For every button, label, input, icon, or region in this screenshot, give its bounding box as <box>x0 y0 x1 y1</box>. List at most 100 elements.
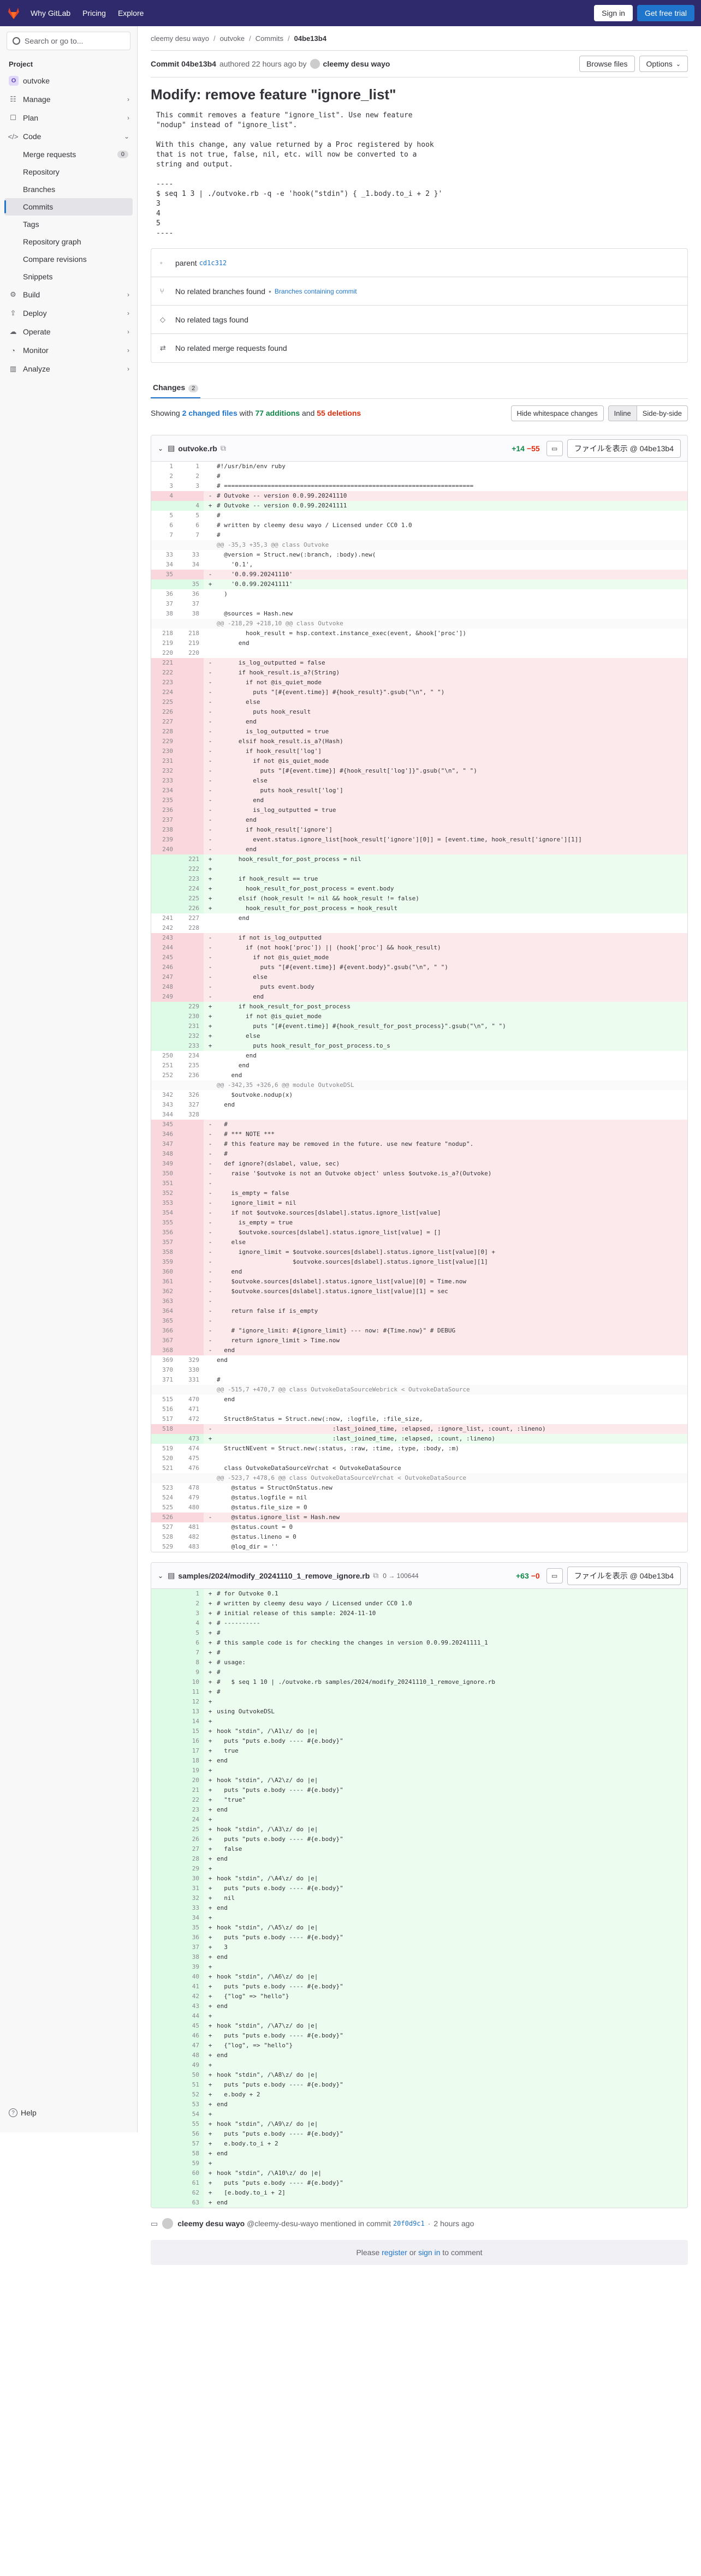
new-line-number: 61 <box>177 2178 204 2188</box>
why-gitlab-link[interactable]: Why GitLab <box>31 9 70 17</box>
code-text: puts "puts e.body ---- #{e.body}" <box>217 1737 343 1744</box>
sidebar-item-monitor[interactable]: ◔ Monitor › <box>0 341 137 360</box>
sidebar-item-branches[interactable]: Branches <box>0 181 137 198</box>
code-text: puts "[#{event.time}] #{hook_result}".gs… <box>217 689 445 696</box>
explore-link[interactable]: Explore <box>118 9 144 17</box>
diff-line: 245 - if not @is_quiet_mode <box>151 953 687 963</box>
gitlab-logo-icon[interactable] <box>7 6 21 20</box>
parent-sha-link[interactable]: cd1c312 <box>199 259 227 267</box>
sidebar-item-plan[interactable]: ☐ Plan › <box>0 109 137 127</box>
sidebar-item-label: Deploy <box>23 309 47 318</box>
sidebar-item-code[interactable]: </> Code ⌄ <box>0 127 137 146</box>
sidebar-item-compare-revisions[interactable]: Compare revisions <box>0 250 137 268</box>
note-handle[interactable]: @cleemy-desu-wayo <box>247 2219 318 2228</box>
free-trial-button[interactable]: Get free trial <box>637 5 694 21</box>
changed-files-link[interactable]: 2 changed files <box>182 409 237 417</box>
old-line-number <box>151 1002 177 1012</box>
copy-icon[interactable]: ⧉ <box>373 1571 378 1580</box>
sidebar-item-repository[interactable]: Repository <box>0 163 137 181</box>
diff-line: 473 + :last_joined_time, :elapsed, :count… <box>151 1434 687 1444</box>
commit-description: This commit removes a feature "ignore_li… <box>151 111 688 238</box>
breadcrumb-user[interactable]: cleemy desu wayo <box>151 34 209 43</box>
diff-sign <box>204 511 217 521</box>
author-avatar[interactable] <box>310 59 320 69</box>
help-link[interactable]: ? Help <box>9 2108 37 2117</box>
file-name[interactable]: samples/2024/modify_20241110_1_remove_ig… <box>178 1571 370 1580</box>
branches-containing-link[interactable]: Branches containing commit <box>275 288 357 295</box>
note-commit-link[interactable]: 20f0d9c1 <box>393 2220 425 2227</box>
diff-line: 529 483 @log_dir = '' <box>151 1542 687 1552</box>
new-line-number <box>177 1277 204 1287</box>
new-line-number <box>177 1296 204 1306</box>
chevron-down-icon[interactable]: ⌄ <box>158 445 163 452</box>
breadcrumb-project[interactable]: outvoke <box>220 34 245 43</box>
copy-icon[interactable]: ⧉ <box>221 444 226 453</box>
sign-in-button[interactable]: Sign in <box>594 5 633 21</box>
no-tags-text: No related tags found <box>175 315 248 324</box>
diff-line: 363 - <box>151 1296 687 1306</box>
hide-whitespace-button[interactable]: Hide whitespace changes <box>510 405 604 421</box>
sidebar-item-snippets[interactable]: Snippets <box>0 268 137 285</box>
sidebar-item-project[interactable]: O outvoke <box>0 71 137 90</box>
diff-sign: - <box>208 669 212 676</box>
commit-author[interactable]: cleemy desu wayo <box>323 59 390 68</box>
register-prompt: Please register or sign in to comment <box>151 2240 688 2265</box>
comment-icon[interactable]: ▭ <box>546 1568 563 1583</box>
new-line-number: 38 <box>177 1952 204 1962</box>
file-name[interactable]: outvoke.rb <box>178 444 217 453</box>
side-by-side-button[interactable]: Side-by-side <box>637 405 688 421</box>
old-line-number: 236 <box>151 805 177 815</box>
diff-sign: - <box>208 659 212 666</box>
sidebar-item-deploy[interactable]: ⇪ Deploy › <box>0 304 137 322</box>
sidebar-item-build[interactable]: ⚙ Build › <box>0 285 137 304</box>
breadcrumb-commits[interactable]: Commits <box>256 34 283 43</box>
diff-line: 231 - if not @is_quiet_mode <box>151 756 687 766</box>
sign-in-link[interactable]: sign in <box>418 2248 440 2257</box>
old-line-number: 371 <box>162 1376 173 1383</box>
old-line-number <box>151 1825 177 1834</box>
author-avatar[interactable] <box>162 2218 174 2229</box>
search-input[interactable]: Search or go to... <box>7 32 130 50</box>
options-button[interactable]: Options ⌄ <box>639 56 688 72</box>
old-line-number <box>151 1707 177 1717</box>
old-line-number <box>151 2011 177 2021</box>
new-line-number: 57 <box>177 2139 204 2149</box>
register-link[interactable]: register <box>382 2248 407 2257</box>
browse-files-button[interactable]: Browse files <box>579 56 635 72</box>
view-file-button[interactable]: ファイルを表示 @ 04be13b4 <box>567 439 681 458</box>
chevron-down-icon[interactable]: ⌄ <box>158 1572 163 1580</box>
new-line-number: 3 <box>195 482 199 489</box>
sidebar-item-label: Commits <box>23 202 54 211</box>
pricing-link[interactable]: Pricing <box>82 9 106 17</box>
diff-sign: + <box>208 2140 212 2147</box>
sidebar-item-commits[interactable]: Commits <box>4 198 133 216</box>
comment-icon[interactable]: ▭ <box>546 440 563 456</box>
diff-sign: + <box>208 1032 212 1039</box>
breadcrumb-current[interactable]: 04be13b4 <box>294 34 326 43</box>
diff-sign <box>204 550 217 560</box>
view-file-button[interactable]: ファイルを表示 @ 04be13b4 <box>567 1566 681 1585</box>
new-line-number <box>177 727 204 737</box>
old-line-number: 218 <box>162 630 173 637</box>
note-author[interactable]: cleemy desu wayo <box>177 2219 245 2228</box>
sidebar-item-analyze[interactable]: ▥ Analyze › <box>0 360 137 378</box>
sidebar-item-label: Compare revisions <box>23 255 87 264</box>
diff-sign <box>204 1061 217 1071</box>
sidebar-item-merge-requests[interactable]: Merge requests 0 <box>0 146 137 163</box>
new-line-number: 233 <box>177 1041 204 1051</box>
new-line-number: 28 <box>177 1854 204 1864</box>
new-line-number: 38 <box>192 610 199 617</box>
sidebar-item-repository-graph[interactable]: Repository graph <box>0 233 137 250</box>
sidebar-item-operate[interactable]: ☁ Operate › <box>0 322 137 341</box>
diff-sign: - <box>208 1209 212 1216</box>
sidebar-item-tags[interactable]: Tags <box>0 216 137 233</box>
diff-line: 13 + using OutvokeDSL <box>151 1707 687 1717</box>
diff-sign: + <box>208 1983 212 1990</box>
diff-sign: + <box>208 2130 212 2137</box>
inline-view-button[interactable]: Inline <box>608 405 637 421</box>
sidebar-item-manage[interactable]: ☷ Manage › <box>0 90 137 109</box>
tab-changes[interactable]: Changes 2 <box>151 383 201 398</box>
users-icon: ☷ <box>10 95 16 103</box>
